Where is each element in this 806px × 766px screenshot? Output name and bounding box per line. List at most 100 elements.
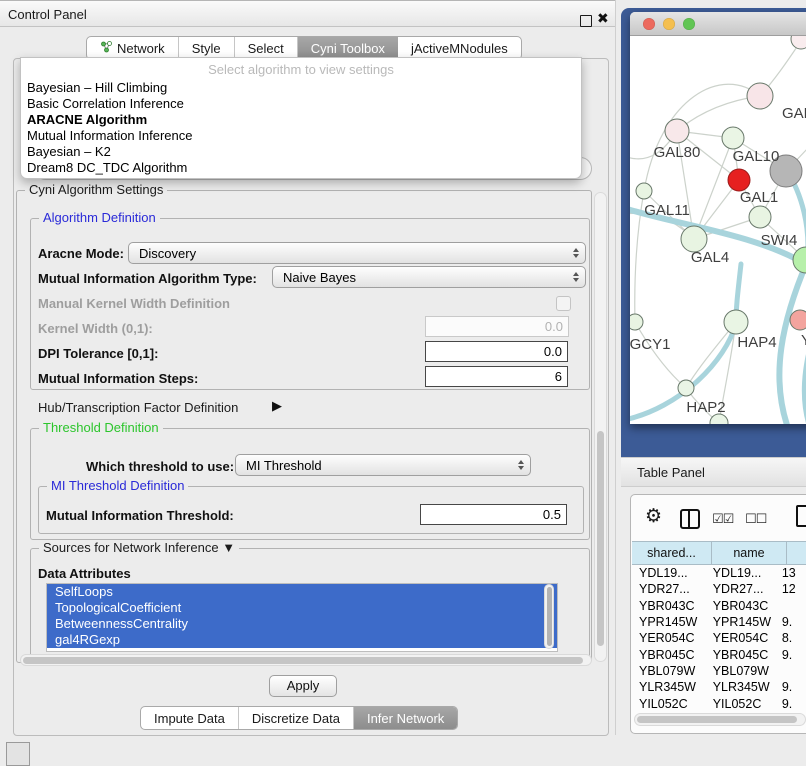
control-panel-title: Control Panel	[8, 7, 87, 22]
which-threshold-combo[interactable]: MI Threshold	[235, 454, 531, 476]
table-row[interactable]: YPR145WYPR145W9.	[632, 614, 806, 630]
table-cell: 9.	[775, 680, 806, 694]
algorithm-option[interactable]: Dream8 DC_TDC Algorithm	[21, 160, 581, 176]
table-cell: 13	[775, 566, 806, 580]
attribute-item[interactable]: gal4RGexp	[47, 632, 557, 648]
checked-boxes-icon[interactable]: ☑☑	[712, 512, 733, 526]
network-icon	[100, 40, 113, 56]
network-node[interactable]	[722, 127, 744, 149]
new-document-icon[interactable]	[796, 505, 806, 527]
network-node[interactable]	[728, 169, 750, 191]
attribute-item[interactable]: TopologicalCoefficient	[47, 600, 557, 616]
dpi-tolerance-field[interactable]: 0.0	[425, 341, 568, 362]
table-cell: YPR145W	[706, 615, 775, 629]
table-horizontal-scrollbar[interactable]	[634, 713, 806, 726]
table-row[interactable]: YBL079WYBL079W	[632, 663, 806, 679]
mi-steps-field[interactable]: 6	[425, 366, 568, 387]
mac-zoom-button[interactable]	[683, 18, 695, 30]
network-edge[interactable]	[635, 322, 686, 388]
gear-icon[interactable]: ⚙	[645, 507, 662, 527]
collapse-down-icon[interactable]: ▼	[222, 540, 235, 555]
algorithm-option[interactable]: Bayesian – K2	[21, 144, 581, 160]
apply-button[interactable]: Apply	[269, 675, 337, 697]
column-header[interactable]: shared...	[632, 541, 712, 565]
table-row[interactable]: YBR045CYBR045C9.	[632, 646, 806, 662]
network-node[interactable]	[630, 314, 643, 330]
tab-impute-data[interactable]: Impute Data	[141, 707, 239, 729]
algorithm-dropdown: Select algorithm to view settings Bayesi…	[20, 57, 582, 179]
algorithm-option[interactable]: Basic Correlation Inference	[21, 96, 581, 112]
column-header[interactable]	[787, 541, 806, 565]
table-cell: 12	[775, 582, 806, 596]
tab-style[interactable]: Style	[179, 37, 235, 59]
bottom-tabbar: Impute DataDiscretize DataInfer Network	[140, 706, 458, 730]
tab-infer-network[interactable]: Infer Network	[354, 707, 457, 729]
float-window-icon[interactable]	[580, 15, 592, 27]
hub-definition-label: Hub/Transcription Factor Definition	[38, 400, 238, 415]
network-canvas[interactable]: GAL7GAL80GAL10GAL1GAL11GAL4SWI4GCY1HAP4Y…	[630, 36, 806, 424]
network-node[interactable]	[749, 206, 771, 228]
settings-horizontal-scrollbar[interactable]	[20, 654, 592, 666]
table-row[interactable]: YDL19...YDL19...13	[632, 565, 806, 581]
close-icon[interactable]: ✖	[597, 11, 609, 25]
expand-right-icon[interactable]: ▶	[272, 398, 282, 414]
manual-kernel-checkbox[interactable]	[556, 296, 571, 311]
network-node[interactable]	[791, 36, 806, 49]
node-label: HAP4	[737, 334, 776, 351]
kernel-width-label: Kernel Width (0,1):	[38, 321, 153, 336]
network-node[interactable]	[636, 183, 652, 199]
algorithm-option[interactable]: Bayesian – Hill Climbing	[21, 80, 581, 96]
tab-network[interactable]: Network	[87, 37, 179, 59]
manual-kernel-label: Manual Kernel Width Definition	[38, 296, 230, 311]
table-panel-title: Table Panel	[637, 465, 705, 480]
node-label: GCY1	[630, 336, 670, 353]
control-panel-titlebar: Control Panel	[0, 0, 615, 27]
table-cell: YBL079W	[632, 664, 706, 678]
table-row[interactable]: YDR27...YDR27...12	[632, 581, 806, 597]
unchecked-boxes-icon[interactable]: ☐☐	[745, 512, 766, 526]
mi-threshold-field[interactable]: 0.5	[420, 504, 567, 525]
table-row[interactable]: YIL052CYIL052C9.	[632, 695, 806, 711]
split-columns-icon[interactable]	[680, 509, 700, 529]
table-cell: YLR345W	[706, 680, 775, 694]
table-cell: YIL052C	[706, 697, 775, 711]
table-cell: YIL052C	[632, 697, 706, 711]
mi-type-combo[interactable]: Naive Bayes	[272, 266, 586, 288]
node-label: GAL11	[644, 202, 690, 219]
tab-jactivemnodules[interactable]: jActiveMNodules	[398, 37, 521, 59]
table-cell: 9.	[775, 697, 806, 711]
aracne-mode-combo[interactable]: Discovery	[128, 242, 586, 264]
table-cell: YBR043C	[706, 599, 775, 613]
table-row[interactable]: YBR043CYBR043C	[632, 598, 806, 614]
algorithm-dropdown-list: Bayesian – Hill ClimbingBasic Correlatio…	[21, 80, 581, 176]
network-edge[interactable]	[677, 96, 760, 131]
mac-close-button[interactable]	[643, 18, 655, 30]
tab-discretize-data[interactable]: Discretize Data	[239, 707, 354, 729]
collapsed-panel-handle[interactable]	[6, 742, 30, 766]
network-node[interactable]	[724, 310, 748, 334]
attributes-list-scrollbar[interactable]	[544, 584, 554, 649]
settings-vertical-scrollbar[interactable]	[594, 192, 607, 662]
table-row[interactable]: YLR345WYLR345W9.	[632, 679, 806, 695]
attribute-item[interactable]: BetweennessCentrality	[47, 616, 557, 632]
table-row[interactable]: YER054CYER054C8.	[632, 630, 806, 646]
table-cell: YDR27...	[706, 582, 775, 596]
attribute-item[interactable]: SelfLoops	[47, 584, 557, 600]
kernel-width-field[interactable]: 0.0	[425, 316, 569, 337]
network-node[interactable]	[747, 83, 773, 109]
column-header[interactable]: name	[712, 541, 787, 565]
mi-threshold-group-title: MI Threshold Definition	[47, 478, 188, 493]
algorithm-option[interactable]: Mutual Information Inference	[21, 128, 581, 144]
algorithm-option[interactable]: ARACNE Algorithm	[21, 112, 581, 128]
tab-select[interactable]: Select	[235, 37, 298, 59]
stepper-arrows-icon	[573, 248, 579, 258]
data-attributes-list: SelfLoopsTopologicalCoefficientBetweenne…	[46, 583, 558, 652]
network-node[interactable]	[678, 380, 694, 396]
mac-minimize-button[interactable]	[663, 18, 675, 30]
network-window-titlebar[interactable]	[630, 12, 806, 36]
network-node[interactable]	[793, 247, 806, 273]
tab-cyni-toolbox[interactable]: Cyni Toolbox	[298, 37, 398, 59]
network-node[interactable]	[790, 310, 806, 330]
mi-type-value: Naive Bayes	[283, 270, 356, 285]
network-node[interactable]	[665, 119, 689, 143]
